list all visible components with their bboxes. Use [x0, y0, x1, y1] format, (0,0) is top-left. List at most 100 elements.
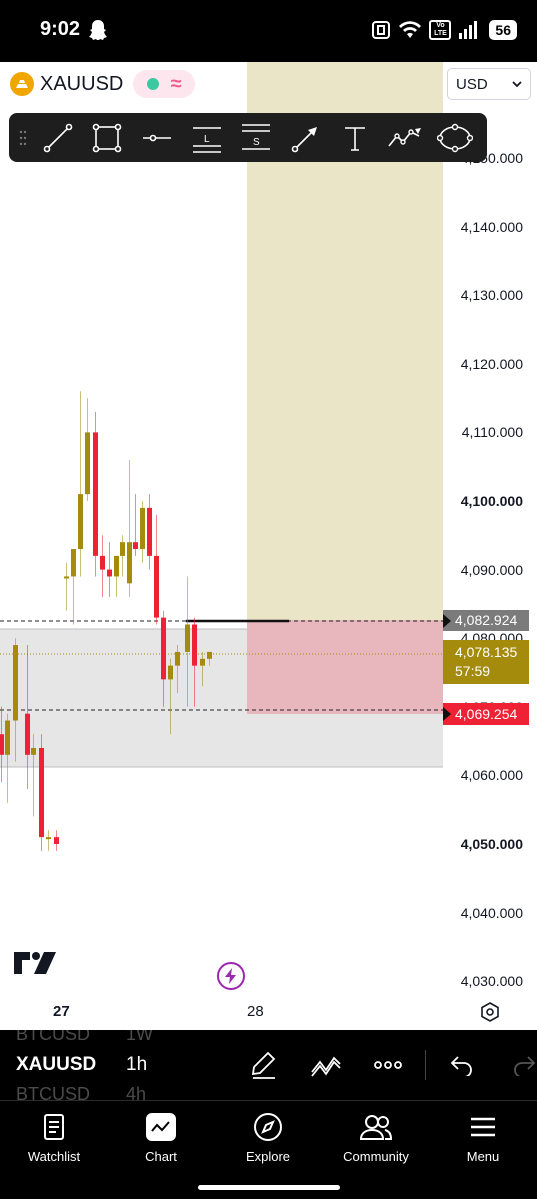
indicators-icon[interactable]: [310, 1050, 342, 1080]
controls-divider: [425, 1050, 426, 1080]
price-label: 4,030.000: [460, 973, 523, 990]
candle-body: [168, 665, 173, 680]
drag-handle-icon[interactable]: [13, 113, 33, 162]
nav-explore[interactable]: Explore: [218, 1109, 318, 1164]
lightning-icon[interactable]: [217, 962, 245, 990]
long-position-icon[interactable]: L: [182, 113, 232, 162]
trend-line-icon[interactable]: [33, 113, 83, 162]
candle-body: [85, 432, 90, 495]
status-time: 9:02: [40, 18, 81, 40]
wave-icon: ≈: [170, 73, 182, 95]
price-label: 4,120.000: [460, 355, 523, 372]
chart-area[interactable]: XAUUSD ≈ USD 4,150.000 4,140.000 4,130.000…: [0, 62, 537, 1030]
chart-icon: [146, 1113, 176, 1141]
time-label-28: 28: [247, 1003, 264, 1020]
price-label: 4,140.000: [460, 218, 523, 235]
drawing-tools-icon[interactable]: [250, 1050, 278, 1080]
compass-icon: [254, 1113, 282, 1141]
volte-badge: Vo LTE: [429, 20, 452, 40]
level-high-tag: 4,082.924: [443, 610, 529, 631]
market-open-dot-icon: [147, 78, 160, 90]
nav-community[interactable]: Community: [326, 1109, 426, 1164]
wifi-icon: [399, 21, 422, 38]
nav-chart[interactable]: Chart: [111, 1109, 211, 1164]
candle-body: [154, 555, 159, 618]
candle-body: [120, 542, 125, 556]
candle-body: [127, 542, 132, 584]
time-label-27: 27: [53, 1003, 70, 1020]
short-position-icon[interactable]: S: [231, 113, 281, 162]
nav-chart-label: Chart: [145, 1149, 177, 1164]
tradingview-logo-icon: [14, 952, 56, 974]
more-options-icon[interactable]: [374, 1060, 402, 1070]
candle-body: [161, 617, 166, 680]
svg-text:S: S: [253, 137, 260, 148]
current-price-tag: 4,078.135 57:59: [443, 640, 529, 684]
symbol-picker-next[interactable]: BTCUSD: [16, 1084, 90, 1100]
level-high-value: 4,082.924: [455, 612, 518, 628]
candle-body: [192, 624, 197, 666]
price-label: 4,050.000: [460, 836, 523, 852]
path-icon[interactable]: [380, 113, 430, 162]
nav-menu[interactable]: Menu: [433, 1109, 533, 1164]
candle-body: [185, 624, 190, 652]
chart-settings-icon[interactable]: [480, 1002, 500, 1022]
watchlist-icon: [44, 1114, 64, 1140]
level-low-tag: 4,069.254: [443, 703, 529, 725]
currency-select[interactable]: USD: [447, 68, 531, 100]
text-icon[interactable]: [331, 113, 381, 162]
level-low-value: 4,069.254: [455, 706, 518, 722]
chevron-down-icon: [512, 81, 522, 87]
price-label: 4,110.000: [461, 424, 523, 441]
home-indicator: [198, 1185, 340, 1190]
ellipse-icon[interactable]: [430, 113, 480, 162]
drawing-toolbar[interactable]: L S: [9, 113, 487, 162]
candle-body: [140, 507, 145, 550]
candle-body: [13, 645, 18, 721]
price-label: 4,130.000: [460, 287, 523, 304]
stop-zone: [247, 620, 443, 714]
candle-body: [31, 747, 36, 755]
interval-picker-prev[interactable]: 1W: [126, 1030, 153, 1045]
tag-pointer-low: [443, 707, 451, 721]
undo-icon[interactable]: [450, 1054, 474, 1076]
nav-menu-label: Menu: [466, 1149, 500, 1164]
gold-logo-icon: [10, 72, 34, 96]
tag-pointer-high: [443, 614, 451, 628]
chart-canvas[interactable]: [0, 62, 537, 1030]
candle-body: [5, 720, 10, 755]
horizontal-line-icon[interactable]: [132, 113, 182, 162]
current-price-value: 4,078.135: [455, 644, 518, 660]
symbol-picker-prev[interactable]: BTCUSD: [16, 1030, 90, 1045]
arrow-icon[interactable]: [281, 113, 331, 162]
candle-body: [114, 555, 119, 577]
candle-body: [107, 569, 112, 577]
candle-body: [39, 747, 44, 838]
symbol-name[interactable]: XAUUSD: [40, 73, 123, 96]
candle-body: [0, 734, 4, 755]
bottom-navigation[interactable]: Watchlist Chart Explore Community Menu: [0, 1100, 537, 1199]
svg-text:L: L: [204, 134, 210, 145]
battery-level: 56: [489, 20, 517, 40]
chart-controls-bar[interactable]: BTCUSD 1W XAUUSD 1h BTCUSD 4h: [0, 1030, 537, 1100]
price-label: 4,090.000: [460, 561, 523, 578]
candle-body: [93, 432, 98, 556]
rectangle-icon[interactable]: [83, 113, 133, 162]
nav-community-label: Community: [343, 1149, 409, 1164]
candle-countdown: 57:59: [455, 663, 491, 679]
status-bar: 9:02 Vo LTE 56: [0, 0, 537, 62]
candle-body: [71, 549, 76, 577]
symbol-header[interactable]: XAUUSD ≈: [10, 70, 196, 98]
market-status-badge[interactable]: ≈: [133, 70, 196, 98]
interval-picker[interactable]: 1h: [126, 1054, 147, 1076]
candle-body: [78, 494, 83, 550]
interval-picker-next[interactable]: 4h: [126, 1084, 146, 1100]
signal-icon: [459, 21, 478, 39]
candle-body: [64, 576, 69, 579]
hamburger-menu-icon: [471, 1117, 495, 1137]
redo-icon[interactable]: [512, 1054, 536, 1076]
symbol-picker[interactable]: XAUUSD: [16, 1054, 96, 1076]
nav-watchlist[interactable]: Watchlist: [4, 1109, 104, 1164]
nav-explore-label: Explore: [245, 1149, 291, 1164]
price-label: 4,060.000: [460, 767, 523, 784]
